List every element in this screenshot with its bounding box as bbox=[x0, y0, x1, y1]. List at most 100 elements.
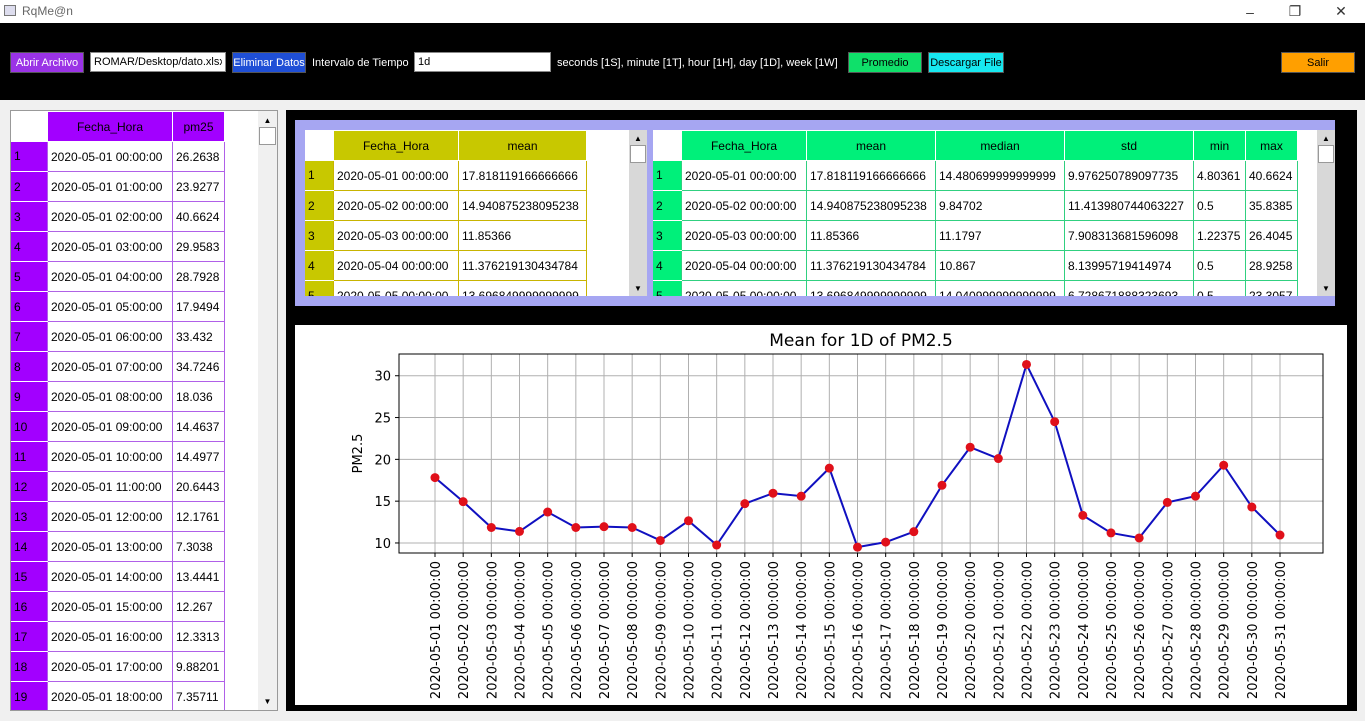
table-cell[interactable]: 26.2638 bbox=[172, 141, 225, 172]
table-cell[interactable]: 2020-05-01 07:00:00 bbox=[47, 351, 173, 382]
table-row[interactable]: 14 2020-05-01 13:00:00 7.3038 bbox=[11, 531, 225, 562]
delete-data-button[interactable]: Eliminar Datos bbox=[232, 52, 306, 73]
row-number[interactable]: 4 bbox=[305, 250, 334, 281]
row-number[interactable]: 5 bbox=[11, 261, 48, 292]
row-number[interactable]: 9 bbox=[11, 381, 48, 412]
column-header-fecha-hora[interactable]: Fecha_Hora bbox=[333, 130, 459, 161]
column-header-fecha-hora[interactable]: Fecha_Hora bbox=[47, 111, 173, 142]
table-cell[interactable]: 17.9494 bbox=[172, 291, 225, 322]
table-row[interactable]: 2 2020-05-01 01:00:00 23.9277 bbox=[11, 171, 225, 202]
row-number[interactable]: 16 bbox=[11, 591, 48, 622]
table-row[interactable]: 3 2020-05-03 00:00:00 11.85366 bbox=[305, 220, 587, 251]
close-icon[interactable]: ✕ bbox=[1318, 0, 1364, 23]
table-row[interactable]: 16 2020-05-01 15:00:00 12.267 bbox=[11, 591, 225, 622]
table-row[interactable]: 15 2020-05-01 14:00:00 13.4441 bbox=[11, 561, 225, 592]
average-button[interactable]: Promedio bbox=[848, 52, 922, 73]
row-number[interactable]: 3 bbox=[305, 220, 334, 251]
table-cell[interactable]: 2020-05-05 00:00:00 bbox=[333, 280, 459, 296]
table-cell[interactable]: 2020-05-01 17:00:00 bbox=[47, 651, 173, 682]
table-cell[interactable]: 2020-05-01 15:00:00 bbox=[47, 591, 173, 622]
row-number[interactable]: 10 bbox=[11, 411, 48, 442]
table-cell[interactable]: 11.376219130434784 bbox=[458, 250, 587, 281]
table-cell[interactable]: 13.4441 bbox=[172, 561, 225, 592]
scroll-up-icon[interactable]: ▲ bbox=[629, 131, 647, 145]
table-cell[interactable]: 10.867 bbox=[935, 250, 1065, 281]
scroll-down-icon[interactable]: ▼ bbox=[1317, 281, 1335, 295]
table-cell[interactable]: 11.85366 bbox=[458, 220, 587, 251]
table-cell[interactable]: 2020-05-03 00:00:00 bbox=[333, 220, 459, 251]
table-row[interactable]: 3 2020-05-03 00:00:00 11.85366 11.1797 7.908… bbox=[653, 220, 1298, 251]
table-cell[interactable]: 28.9258 bbox=[1245, 250, 1298, 281]
stats-table-scrollbar[interactable]: ▲ ▼ bbox=[1317, 130, 1335, 296]
table-cell[interactable]: 2020-05-01 11:00:00 bbox=[47, 471, 173, 502]
table-cell[interactable]: 2020-05-01 04:00:00 bbox=[47, 261, 173, 292]
scroll-down-icon[interactable]: ▼ bbox=[258, 694, 277, 708]
table-cell[interactable]: 11.1797 bbox=[935, 220, 1065, 251]
row-number[interactable]: 13 bbox=[11, 501, 48, 532]
column-header-max[interactable]: max bbox=[1245, 130, 1298, 161]
table-cell[interactable]: 11.85366 bbox=[806, 220, 936, 251]
stats-table[interactable]: Fecha_Hora mean median std min max 1 2020… bbox=[653, 130, 1335, 296]
row-number[interactable]: 1 bbox=[653, 160, 682, 191]
table-row[interactable]: 12 2020-05-01 11:00:00 20.6443 bbox=[11, 471, 225, 502]
table-cell[interactable]: 13.696849999999999 bbox=[806, 280, 936, 296]
table-cell[interactable]: 2020-05-01 06:00:00 bbox=[47, 321, 173, 352]
download-file-button[interactable]: Descargar File bbox=[928, 52, 1004, 73]
table-cell[interactable]: 2020-05-01 12:00:00 bbox=[47, 501, 173, 532]
table-cell[interactable]: 14.4977 bbox=[172, 441, 225, 472]
table-row[interactable]: 7 2020-05-01 06:00:00 33.432 bbox=[11, 321, 225, 352]
row-number[interactable]: 2 bbox=[305, 190, 334, 221]
row-number[interactable]: 3 bbox=[653, 220, 682, 251]
table-row[interactable]: 10 2020-05-01 09:00:00 14.4637 bbox=[11, 411, 225, 442]
column-header-std[interactable]: std bbox=[1064, 130, 1194, 161]
column-header-mean[interactable]: mean bbox=[806, 130, 936, 161]
table-cell[interactable]: 2020-05-01 00:00:00 bbox=[333, 160, 459, 191]
table-cell[interactable]: 34.7246 bbox=[172, 351, 225, 382]
mean-table-scrollbar[interactable]: ▲ ▼ bbox=[629, 130, 647, 296]
table-cell[interactable]: 2020-05-01 08:00:00 bbox=[47, 381, 173, 412]
table-row[interactable]: 19 2020-05-01 18:00:00 7.35711 bbox=[11, 681, 225, 710]
table-row[interactable]: 1 2020-05-01 00:00:00 17.818119166666666 14… bbox=[653, 160, 1298, 191]
mean-table[interactable]: Fecha_Hora mean 1 2020-05-01 00:00:00 17.8… bbox=[305, 130, 647, 296]
row-number[interactable]: 1 bbox=[305, 160, 334, 191]
scroll-up-icon[interactable]: ▲ bbox=[1317, 131, 1335, 145]
row-number[interactable]: 11 bbox=[11, 441, 48, 472]
restore-icon[interactable]: ❐ bbox=[1272, 0, 1318, 23]
table-cell[interactable]: 0.5 bbox=[1193, 190, 1246, 221]
table-cell[interactable]: 0.5 bbox=[1193, 250, 1246, 281]
scroll-down-icon[interactable]: ▼ bbox=[629, 281, 647, 295]
table-row[interactable]: 5 2020-05-01 04:00:00 28.7928 bbox=[11, 261, 225, 292]
table-cell[interactable]: 26.4045 bbox=[1245, 220, 1298, 251]
open-file-button[interactable]: Abrir Archivo bbox=[10, 52, 84, 73]
table-row[interactable]: 5 2020-05-05 00:00:00 13.696849999999999 bbox=[305, 280, 587, 296]
table-cell[interactable]: 14.480699999999999 bbox=[935, 160, 1065, 191]
raw-data-table[interactable]: Fecha_Hora pm25 1 2020-05-01 00:00:00 26.2… bbox=[10, 110, 278, 711]
exit-button[interactable]: Salir bbox=[1281, 52, 1355, 73]
scroll-thumb[interactable] bbox=[259, 127, 276, 145]
row-number[interactable]: 2 bbox=[11, 171, 48, 202]
table-cell[interactable]: 14.940875238095238 bbox=[806, 190, 936, 221]
column-header-pm25[interactable]: pm25 bbox=[172, 111, 225, 142]
table-row[interactable]: 4 2020-05-04 00:00:00 11.376219130434784 bbox=[305, 250, 587, 281]
table-cell[interactable]: 9.84702 bbox=[935, 190, 1065, 221]
table-cell[interactable]: 12.3313 bbox=[172, 621, 225, 652]
table-cell[interactable]: 2020-05-01 03:00:00 bbox=[47, 231, 173, 262]
row-number[interactable]: 8 bbox=[11, 351, 48, 382]
table-row[interactable]: 11 2020-05-01 10:00:00 14.4977 bbox=[11, 441, 225, 472]
table-row[interactable]: 9 2020-05-01 08:00:00 18.036 bbox=[11, 381, 225, 412]
table-cell[interactable]: 1.22375 bbox=[1193, 220, 1246, 251]
table-row[interactable]: 2 2020-05-02 00:00:00 14.940875238095238 bbox=[305, 190, 587, 221]
table-cell[interactable]: 2020-05-02 00:00:00 bbox=[681, 190, 807, 221]
scroll-up-icon[interactable]: ▲ bbox=[258, 113, 277, 127]
table-cell[interactable]: 2020-05-03 00:00:00 bbox=[681, 220, 807, 251]
scroll-thumb[interactable] bbox=[630, 145, 646, 163]
table-cell[interactable]: 29.9583 bbox=[172, 231, 225, 262]
table-cell[interactable]: 17.818119166666666 bbox=[458, 160, 587, 191]
table-cell[interactable]: 2020-05-01 02:00:00 bbox=[47, 201, 173, 232]
table-cell[interactable]: 7.35711 bbox=[172, 681, 225, 710]
table-cell[interactable]: 7.3038 bbox=[172, 531, 225, 562]
table-cell[interactable]: 14.940875238095238 bbox=[458, 190, 587, 221]
table-cell[interactable]: 28.7928 bbox=[172, 261, 225, 292]
column-header-median[interactable]: median bbox=[935, 130, 1065, 161]
table-cell[interactable]: 12.267 bbox=[172, 591, 225, 622]
